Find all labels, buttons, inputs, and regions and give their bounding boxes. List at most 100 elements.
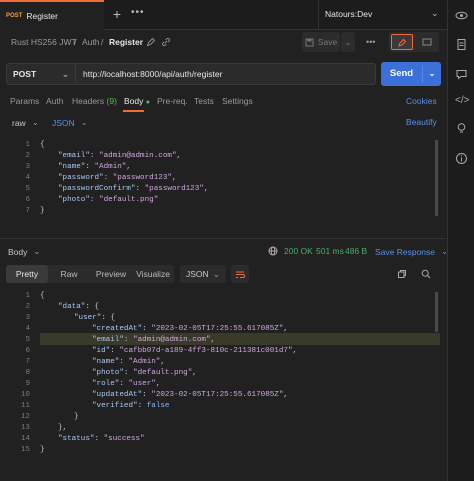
line-number: 9 xyxy=(25,380,30,388)
environment-selector[interactable]: Natours:Dev xyxy=(325,9,372,19)
save-label: Save xyxy=(317,37,338,47)
json-value: "default.png" xyxy=(133,369,193,377)
json-value: "admin@admin.com" xyxy=(133,336,211,344)
search-icon[interactable] xyxy=(421,269,431,279)
code-line: "id": "cafbb07d-a189-4ff3-810c-211381c00… xyxy=(92,347,298,355)
chevron-down-icon[interactable]: ⌄ xyxy=(426,62,438,86)
line-number: 3 xyxy=(25,314,30,322)
code-brace: { xyxy=(40,292,45,300)
response-body-viewer[interactable]: 1 2 3 4 5 6 7 8 9 10 11 12 13 14 15 { "d… xyxy=(0,290,446,460)
line-number: 2 xyxy=(25,303,30,311)
tab-body[interactable]: Body ● xyxy=(124,96,150,106)
json-value: false xyxy=(146,402,170,410)
code-line: "verified": false xyxy=(92,402,170,410)
breadcrumb-request: Register xyxy=(109,37,144,47)
response-time[interactable]: 501 ms xyxy=(316,246,344,256)
copy-icon[interactable] xyxy=(397,269,407,279)
line-number: 6 xyxy=(25,196,30,204)
more-icon[interactable]: ••• xyxy=(366,37,375,47)
tab-register[interactable]: POST Register xyxy=(0,0,104,30)
document-icon[interactable] xyxy=(455,38,468,51)
response-body-label: Body xyxy=(8,246,28,257)
beautify-button[interactable]: Beautify xyxy=(406,117,437,127)
json-value: "password123" xyxy=(112,174,172,182)
body-mode-select[interactable]: raw ⌄ xyxy=(12,117,39,128)
lightbulb-icon[interactable] xyxy=(455,122,468,135)
send-label: Send xyxy=(389,68,414,79)
json-value: "admin@admin.com" xyxy=(99,152,177,160)
link-icon[interactable] xyxy=(161,37,171,47)
response-section-select[interactable]: Body ⌄ xyxy=(8,246,41,257)
code-line: "password": "password123", xyxy=(58,174,177,182)
response-view-tabs: Pretty Raw Preview Visualize xyxy=(6,265,174,283)
line-number: 8 xyxy=(25,369,30,377)
line-number: 15 xyxy=(20,446,30,454)
code-line: "status": "success" xyxy=(58,435,145,443)
breadcrumb-folder[interactable]: Auth xyxy=(82,37,100,47)
app-window: POST Register + ••• Natours:Dev ⌄ </> Ru… xyxy=(0,0,474,481)
tab-headers[interactable]: Headers (9) xyxy=(72,96,117,106)
edit-mode-button[interactable] xyxy=(391,34,413,50)
line-number: 3 xyxy=(25,163,30,171)
tab-auth[interactable]: Auth xyxy=(46,96,64,106)
active-tab-indicator xyxy=(123,110,144,112)
wrap-lines-button[interactable] xyxy=(231,265,249,283)
info-icon[interactable] xyxy=(455,152,468,165)
code-brace: { xyxy=(40,141,45,149)
tab-settings[interactable]: Settings xyxy=(222,96,253,106)
tab-pretty[interactable]: Pretty xyxy=(6,265,48,283)
tab-preview[interactable]: Preview xyxy=(90,265,132,283)
tab-prereq[interactable]: Pre-req. xyxy=(157,96,188,106)
save-response-button[interactable]: Save Response ⌄ xyxy=(375,246,448,257)
line-number: 1 xyxy=(25,141,30,149)
more-icon[interactable]: ••• xyxy=(131,7,145,18)
method-select[interactable]: POST ⌄ xyxy=(6,63,76,85)
send-button[interactable]: Send ⌄ xyxy=(381,62,441,86)
line-number: 7 xyxy=(25,358,30,366)
json-key: "email" xyxy=(58,152,90,160)
status-code[interactable]: 200 OK xyxy=(284,246,313,256)
url-input[interactable]: http://localhost:8000/api/auth/register xyxy=(76,63,376,85)
chevron-down-icon[interactable]: ⌄ xyxy=(431,8,439,19)
tab-visualize[interactable]: Visualize xyxy=(132,265,174,283)
comment-icon[interactable] xyxy=(455,68,468,81)
save-button[interactable]: Save xyxy=(302,32,340,52)
tab-bar: POST Register + ••• Natours:Dev ⌄ xyxy=(0,0,474,30)
json-key: "password" xyxy=(58,174,104,182)
globe-icon[interactable] xyxy=(268,246,278,256)
chevron-down-icon: ⌄ xyxy=(441,246,449,256)
documentation-button[interactable] xyxy=(416,34,437,50)
breadcrumb-separator: / xyxy=(101,37,104,47)
tab-params[interactable]: Params xyxy=(10,96,39,106)
scrollbar[interactable] xyxy=(435,292,438,332)
code-line: "name": "Admin", xyxy=(58,163,131,171)
cookies-link[interactable]: Cookies xyxy=(406,96,437,106)
request-body-editor[interactable]: 1 2 3 4 5 6 7 { "email": "admin@admin.co… xyxy=(0,138,446,218)
chevron-down-icon: ⌄ xyxy=(80,117,88,127)
code-icon[interactable]: </> xyxy=(455,94,469,107)
json-value: "success" xyxy=(103,435,145,443)
scrollbar[interactable] xyxy=(435,140,438,216)
body-format-select[interactable]: JSON ⌄ xyxy=(52,117,88,128)
json-value: "user" xyxy=(128,380,156,388)
right-sidebar: </> xyxy=(447,0,474,481)
json-key: "data" xyxy=(58,303,86,311)
new-tab-icon[interactable]: + xyxy=(110,7,124,21)
line-number: 1 xyxy=(25,292,30,300)
json-value: "password123" xyxy=(144,185,204,193)
line-number: 13 xyxy=(20,424,30,432)
save-response-label: Save Response xyxy=(375,246,436,257)
json-value: "2023-02-05T17:25:55.617085Z" xyxy=(151,325,284,333)
pencil-icon[interactable] xyxy=(146,37,156,47)
tab-raw[interactable]: Raw xyxy=(48,265,90,283)
json-value: "2023-02-05T17:25:55.617085Z" xyxy=(151,391,284,399)
breadcrumb-collection[interactable]: Rust HS256 JWT xyxy=(11,37,77,47)
response-size[interactable]: 486 B xyxy=(345,246,367,256)
save-options-button[interactable]: ⌄ xyxy=(341,32,355,52)
code-brace: } xyxy=(74,413,79,421)
code-line: "photo": "default.png", xyxy=(92,369,197,377)
eye-icon[interactable] xyxy=(455,9,468,22)
response-format-select[interactable]: JSON ⌄ xyxy=(180,265,226,283)
json-key: "status" xyxy=(58,435,95,443)
tab-tests[interactable]: Tests xyxy=(194,96,214,106)
